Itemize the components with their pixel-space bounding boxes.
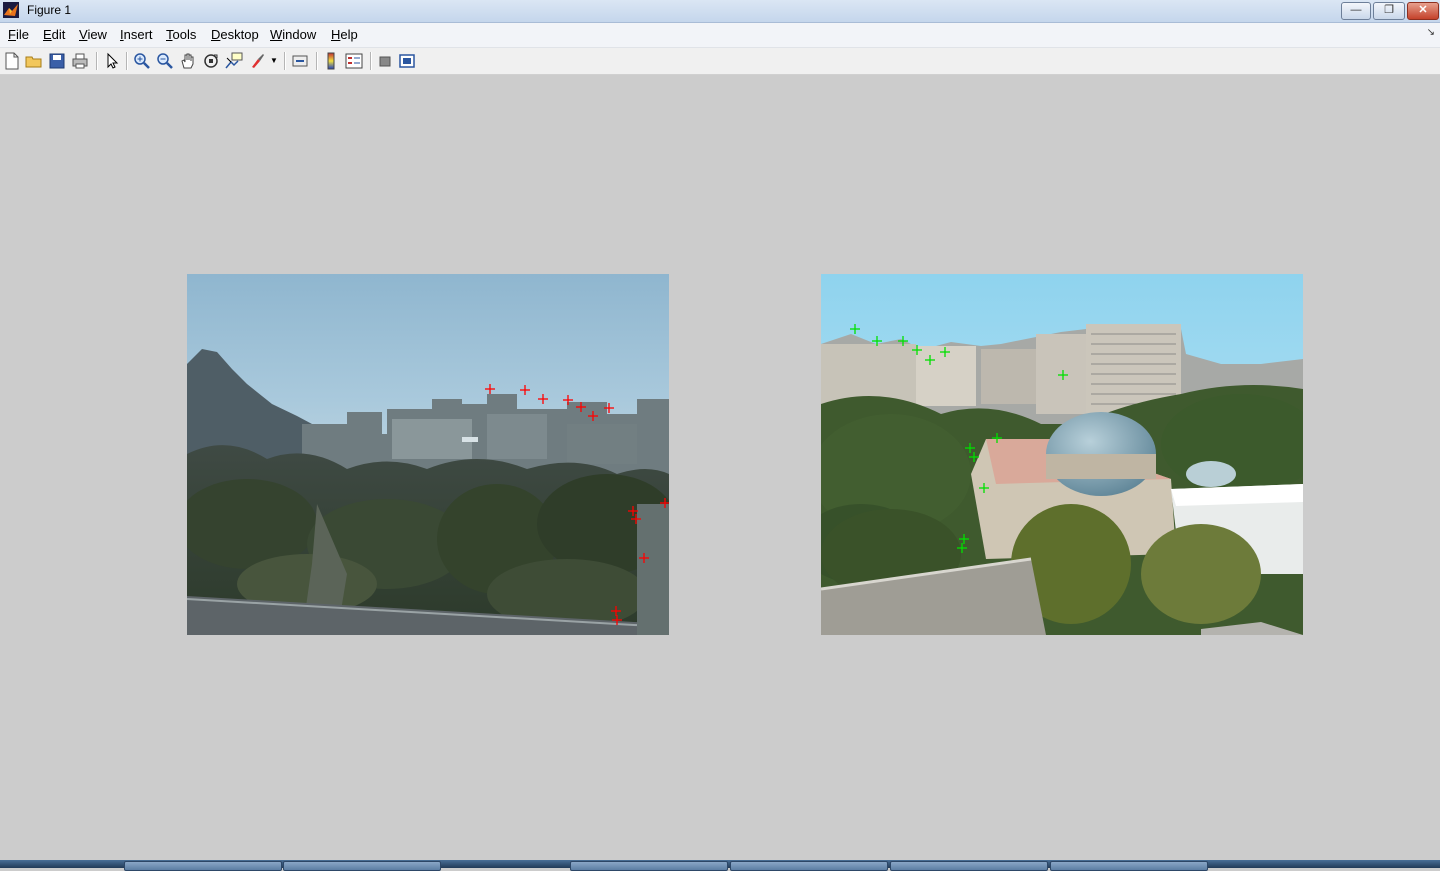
menu-file[interactable]: File [8,27,29,42]
taskbar-button[interactable] [283,861,441,871]
menu-view[interactable]: View [79,27,107,42]
window-title-bar[interactable]: Figure 1 — ❐ ✕ [0,0,1440,23]
left-image-axes[interactable] [187,274,669,635]
minimize-icon: — [1350,4,1362,16]
restore-button[interactable]: ❐ [1373,2,1405,20]
menu-insert[interactable]: Insert [120,27,153,42]
show-plot-tools-icon[interactable] [398,52,416,70]
menu-edit[interactable]: Edit [43,27,65,42]
figure-toolbar: ▼ [0,48,1440,75]
close-icon: ✕ [1418,4,1428,16]
minimize-button[interactable]: — [1341,2,1371,20]
menu-help[interactable]: Help [331,27,358,42]
taskbar-button[interactable] [570,861,728,871]
link-plot-icon[interactable] [291,52,309,70]
print-icon[interactable] [71,52,89,70]
edit-plot-arrow-icon[interactable] [103,52,121,70]
brush-dropdown-arrow-icon[interactable]: ▼ [270,56,278,65]
zoom-out-icon[interactable] [156,52,174,70]
save-icon[interactable] [48,52,66,70]
os-taskbar [0,860,1440,871]
brush-icon[interactable] [248,52,266,70]
matlab-logo-icon [3,2,19,18]
zoom-in-icon[interactable] [133,52,151,70]
window-title: Figure 1 [27,3,72,17]
taskbar-button[interactable] [124,861,282,871]
menu-overflow-arrow-icon[interactable]: ↘ [1427,27,1435,38]
menu-desktop[interactable]: Desktop [211,27,259,42]
restore-icon: ❐ [1384,4,1394,16]
new-figure-icon[interactable] [3,52,21,70]
toolbar-separator [370,52,372,70]
rotate-3d-icon[interactable] [202,52,220,70]
menu-bar: File Edit View Insert Tools Desktop Wind… [0,23,1440,48]
toolbar-separator [316,52,318,70]
figure-canvas[interactable] [0,75,1440,860]
left-photo [187,274,669,635]
toolbar-separator [284,52,286,70]
insert-legend-icon[interactable] [345,52,363,70]
insert-colorbar-icon[interactable] [322,52,340,70]
right-image-axes[interactable] [821,274,1303,635]
taskbar-button[interactable] [890,861,1048,871]
data-cursor-icon[interactable] [225,52,243,70]
pan-hand-icon[interactable] [179,52,197,70]
toolbar-separator [126,52,128,70]
right-photo [821,274,1303,635]
taskbar-button[interactable] [730,861,888,871]
close-button[interactable]: ✕ [1407,2,1439,20]
menu-tools[interactable]: Tools [166,27,196,42]
toolbar-separator [96,52,98,70]
menu-window[interactable]: Window [270,27,316,42]
taskbar-button[interactable] [1050,861,1208,871]
open-file-icon[interactable] [25,52,43,70]
hide-plot-tools-icon[interactable] [376,52,394,70]
